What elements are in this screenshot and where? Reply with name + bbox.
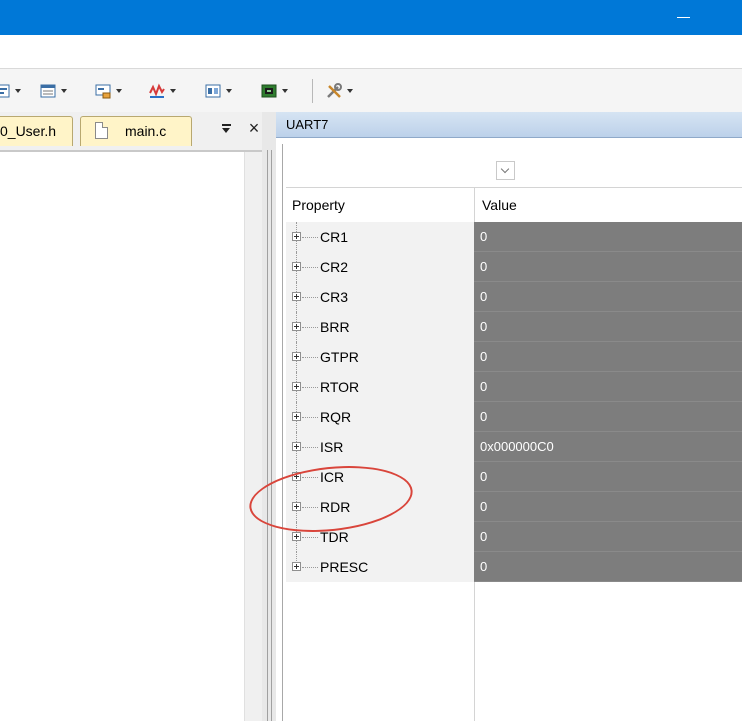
chevron-down-icon — [170, 89, 176, 93]
register-row-presc[interactable]: PRESC 0 — [286, 552, 742, 582]
register-value[interactable]: 0 — [474, 312, 742, 342]
expand-icon[interactable] — [292, 232, 301, 241]
register-name: CR3 — [320, 289, 349, 305]
editor-tab-strip: 0_User.h main.c × — [0, 112, 276, 152]
register-value[interactable]: 0 — [474, 492, 742, 522]
title-bar — [0, 0, 742, 35]
property-cell: CR3 — [286, 282, 474, 312]
watch-window-button[interactable] — [0, 81, 21, 101]
close-icon[interactable]: × — [246, 118, 262, 138]
panel-splitter[interactable] — [262, 112, 276, 721]
register-value[interactable]: 0 — [474, 552, 742, 582]
register-row-cr3[interactable]: CR3 0 — [286, 282, 742, 312]
register-row-brr[interactable]: BRR 0 — [286, 312, 742, 342]
chevron-down-icon — [347, 89, 353, 93]
property-column-header[interactable]: Property — [292, 188, 345, 222]
register-value[interactable]: 0 — [474, 342, 742, 372]
toolbox-button[interactable] — [326, 81, 353, 101]
expand-icon[interactable] — [292, 352, 301, 361]
column-divider[interactable] — [474, 188, 475, 222]
register-value[interactable]: 0 — [474, 372, 742, 402]
register-name: ISR — [320, 439, 344, 455]
register-name: PRESC — [320, 559, 369, 575]
memory-window-icon — [40, 84, 56, 98]
analysis-window-button[interactable] — [149, 81, 176, 101]
tab-label: 0_User.h — [0, 123, 57, 139]
trace-window-button[interactable] — [205, 81, 232, 101]
property-cell: PRESC — [286, 552, 474, 582]
register-row-gtpr[interactable]: GTPR 0 — [286, 342, 742, 372]
chevron-down-icon — [61, 89, 67, 93]
chevron-down-icon — [282, 89, 288, 93]
analysis-window-icon — [149, 83, 165, 98]
expand-icon[interactable] — [292, 382, 301, 391]
register-row-cr1[interactable]: CR1 0 — [286, 222, 742, 252]
trace-window-icon — [205, 84, 221, 98]
register-row-rtor[interactable]: RTOR 0 — [286, 372, 742, 402]
register-name: CR2 — [320, 259, 349, 275]
watch-window-icon — [0, 84, 10, 98]
value-column-header[interactable]: Value — [482, 188, 517, 222]
editor-scrollbar[interactable] — [244, 152, 262, 721]
toolbox-icon — [327, 83, 342, 98]
expand-icon[interactable] — [292, 412, 301, 421]
register-list: CR1 0 CR2 0 CR3 0 BRR 0 GTPR 0 RTOR 0 RQR 0 ISR… — [286, 222, 742, 582]
register-name: BRR — [320, 319, 350, 335]
peripheral-panel-title: UART7 — [276, 112, 742, 138]
chevron-down-icon — [116, 89, 122, 93]
register-value[interactable]: 0 — [474, 522, 742, 552]
system-viewer-icon — [261, 84, 277, 98]
property-grid-header: Property Value — [286, 187, 742, 223]
menu-bar — [0, 35, 742, 69]
debug-toolbar — [0, 69, 742, 113]
tab-user-header[interactable]: 0_User.h — [0, 116, 73, 146]
property-cell: RQR — [286, 402, 474, 432]
chevron-down-icon — [15, 89, 21, 93]
register-value[interactable]: 0 — [474, 462, 742, 492]
expand-icon[interactable] — [292, 442, 301, 451]
property-cell: CR2 — [286, 252, 474, 282]
register-value[interactable]: 0 — [474, 282, 742, 312]
register-row-isr[interactable]: ISR 0x000000C0 — [286, 432, 742, 462]
property-cell: BRR — [286, 312, 474, 342]
chevron-down-icon — [226, 89, 232, 93]
peripheral-select-dropdown[interactable] — [496, 161, 515, 180]
register-value[interactable]: 0 — [474, 222, 742, 252]
register-name: RTOR — [320, 379, 360, 395]
toolbar-separator — [312, 79, 313, 103]
expand-icon[interactable] — [292, 322, 301, 331]
tab-label: main.c — [125, 123, 167, 139]
register-value[interactable]: 0 — [474, 252, 742, 282]
column-divider — [474, 582, 475, 721]
property-cell: CR1 — [286, 222, 474, 252]
code-editor[interactable] — [0, 152, 244, 721]
register-row-rqr[interactable]: RQR 0 — [286, 402, 742, 432]
property-cell: GTPR — [286, 342, 474, 372]
expand-icon[interactable] — [292, 292, 301, 301]
memory-window-button[interactable] — [40, 81, 67, 101]
register-value[interactable]: 0 — [474, 402, 742, 432]
minimize-button[interactable] — [670, 8, 698, 26]
property-cell: ISR — [286, 432, 474, 462]
expand-icon[interactable] — [292, 532, 301, 541]
property-cell: RTOR — [286, 372, 474, 402]
tab-main-c[interactable]: main.c — [80, 116, 192, 146]
register-value[interactable]: 0x000000C0 — [474, 432, 742, 462]
register-name: GTPR — [320, 349, 359, 365]
tab-list-dropdown-icon[interactable] — [222, 124, 233, 134]
register-name: RQR — [320, 409, 352, 425]
expand-icon[interactable] — [292, 262, 301, 271]
register-name: CR1 — [320, 229, 349, 245]
system-viewer-button[interactable] — [261, 81, 288, 101]
serial-window-icon — [95, 84, 111, 99]
file-icon — [95, 122, 108, 139]
expand-icon[interactable] — [292, 562, 301, 571]
serial-window-button[interactable] — [95, 81, 122, 101]
register-row-cr2[interactable]: CR2 0 — [286, 252, 742, 282]
